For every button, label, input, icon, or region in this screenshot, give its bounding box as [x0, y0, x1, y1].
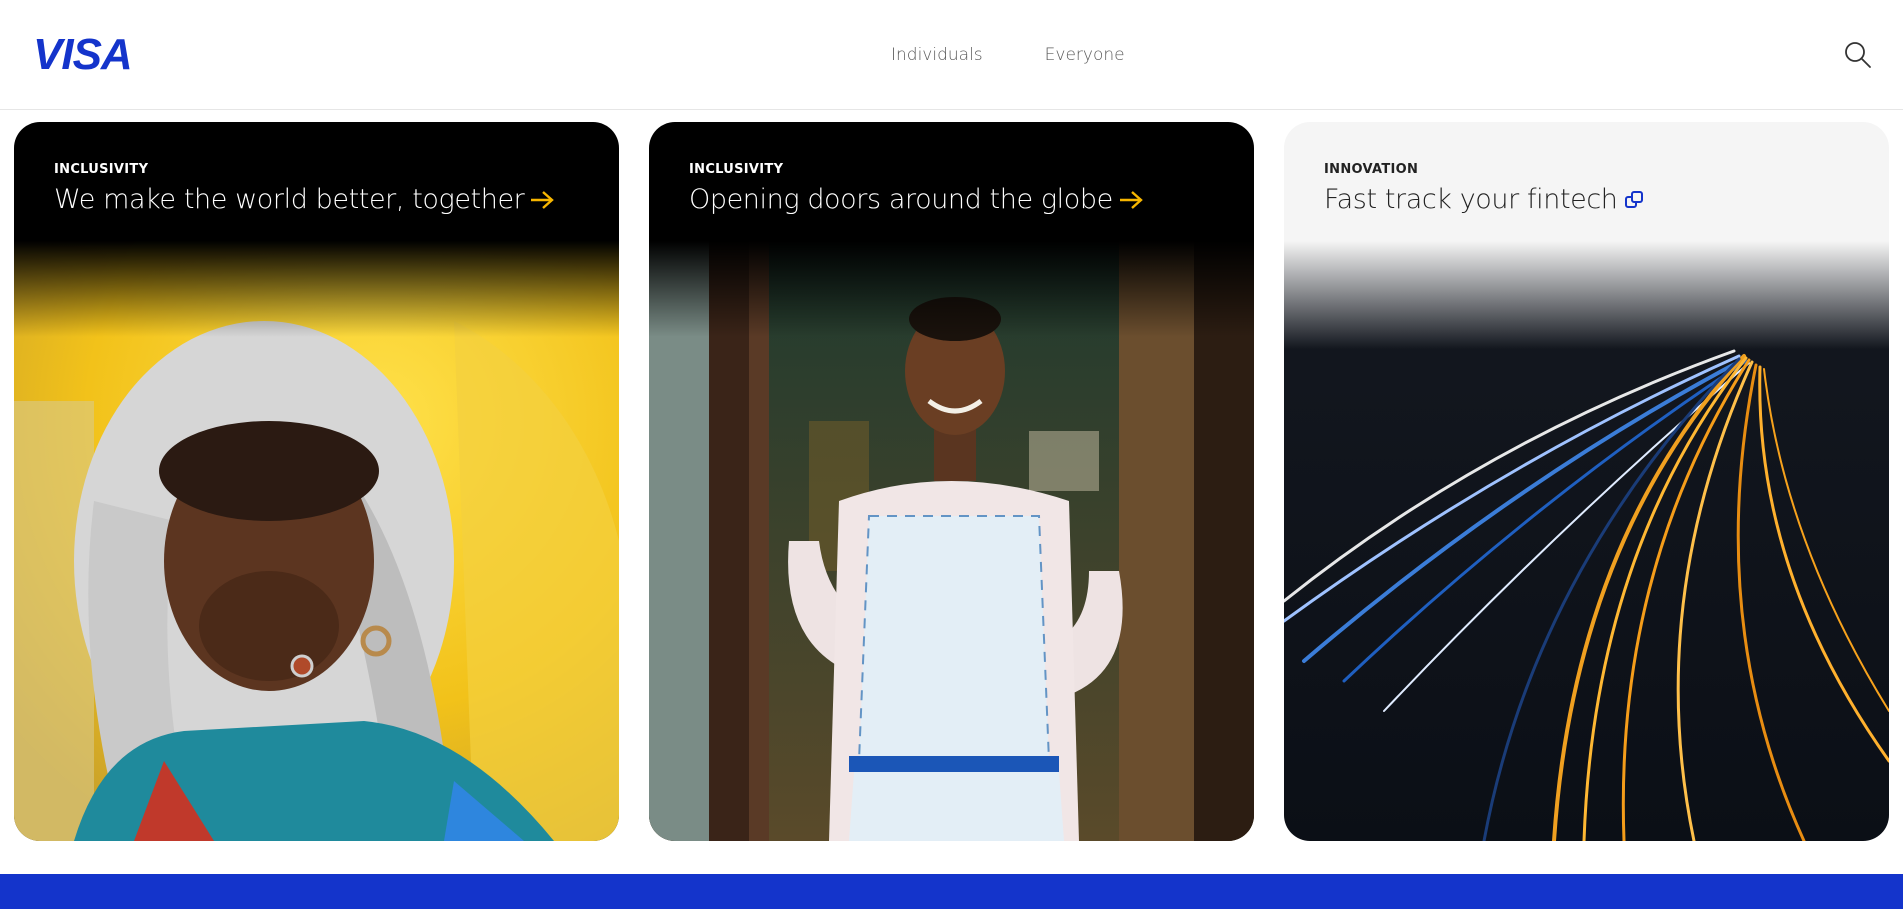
card-title-text: Fast track your fintech	[1324, 184, 1618, 215]
arrow-right-icon	[1117, 189, 1145, 211]
card-title-link[interactable]: Fast track your fintech	[1324, 184, 1648, 215]
card-eyebrow: INCLUSIVITY	[689, 162, 784, 177]
card-world-better[interactable]: INCLUSIVITY We make the world better, to…	[14, 122, 619, 841]
search-icon	[1845, 42, 1871, 68]
site-header: VISA Individuals Everyone	[0, 0, 1903, 110]
external-link-icon	[1622, 188, 1648, 212]
nav-link-everyone[interactable]: Everyone	[1045, 45, 1125, 65]
card-eyebrow: INNOVATION	[1324, 162, 1419, 177]
brand-footer-band	[0, 874, 1903, 909]
nav-link-individuals[interactable]: Individuals	[891, 45, 983, 65]
visa-logo[interactable]: VISA	[33, 33, 133, 77]
card-photo-laughing-woman	[14, 241, 619, 841]
card-photo-woman-in-doorway	[649, 241, 1254, 841]
card-title-text: We make the world better, together	[54, 184, 525, 215]
card-title-link[interactable]: Opening doors around the globe	[689, 184, 1145, 215]
main-nav: Individuals Everyone	[891, 45, 1125, 65]
card-opening-doors[interactable]: INCLUSIVITY Opening doors around the glo…	[649, 122, 1254, 841]
card-fast-track-fintech[interactable]: INNOVATION Fast track your fintech	[1284, 122, 1889, 841]
search-button[interactable]	[1843, 40, 1873, 70]
card-eyebrow: INCLUSIVITY	[54, 162, 149, 177]
card-title-text: Opening doors around the globe	[689, 184, 1113, 215]
card-title-link[interactable]: We make the world better, together	[54, 184, 556, 215]
card-photo-light-trails	[1284, 241, 1889, 841]
arrow-right-icon	[528, 189, 556, 211]
